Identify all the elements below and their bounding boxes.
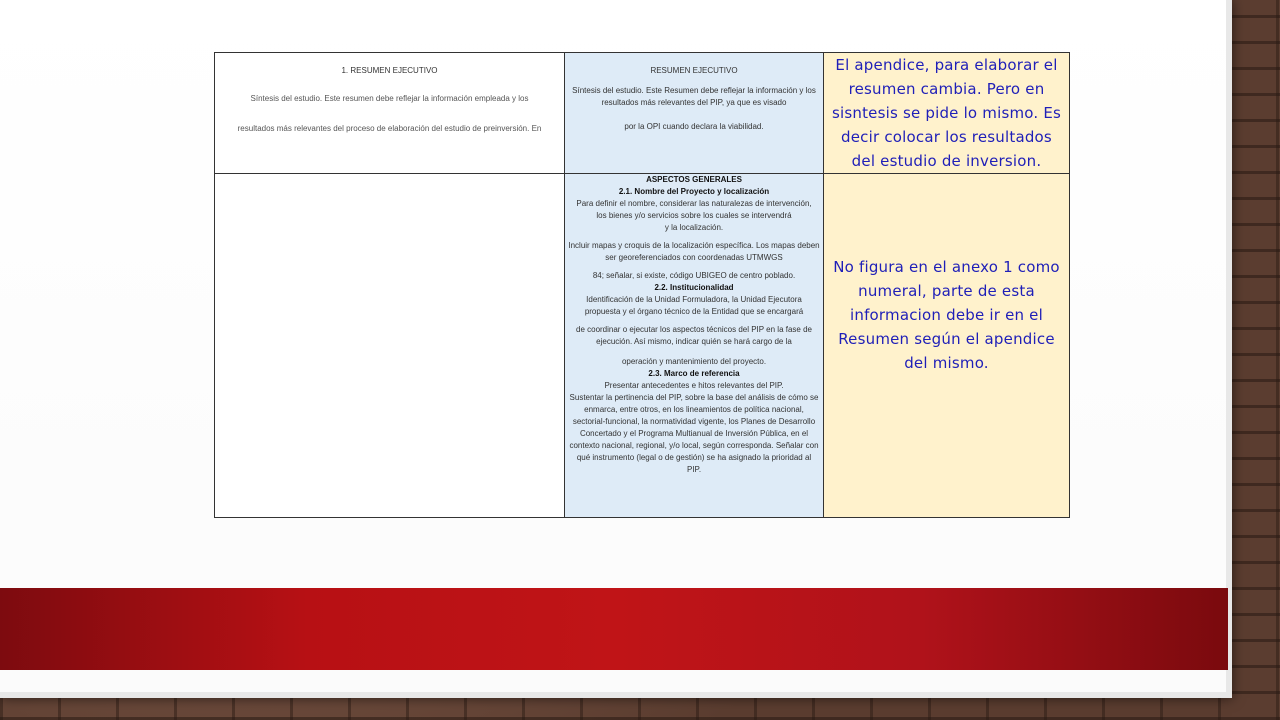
row1-note: El apendice, para elaborar el resumen ca… bbox=[831, 56, 1062, 170]
row1-col2-text1: Síntesis del estudio. Este Resumen debe … bbox=[572, 86, 816, 107]
row1-col1-text1: Síntesis del estudio. Este resumen debe … bbox=[250, 94, 529, 103]
row1-col1-heading: 1. RESUMEN EJECUTIVO bbox=[341, 66, 438, 75]
section-2-1-p4: 84; señalar, si existe, código UBIGEO de… bbox=[592, 271, 796, 280]
row2-col1-cell bbox=[214, 173, 565, 518]
comparison-table: 1. RESUMEN EJECUTIVO Síntesis del estudi… bbox=[214, 52, 1070, 518]
section-2-1-p3: Incluir mapas y croquis de la localizaci… bbox=[568, 241, 820, 262]
section-2-3-p1: Presentar antecedentes e hitos relevante… bbox=[604, 381, 784, 390]
section-2-2-p3: operación y mantenimiento del proyecto. bbox=[621, 357, 767, 366]
row2-col3-cell: No figura en el anexo 1 como numeral, pa… bbox=[823, 173, 1070, 518]
section-2-2-p2: de coordinar o ejecutar los aspectos téc… bbox=[576, 325, 812, 346]
table-row: 1. RESUMEN EJECUTIVO Síntesis del estudi… bbox=[214, 52, 1070, 174]
section-2-1-p2: y la localización. bbox=[664, 223, 724, 232]
section-2-3-p2: Sustentar la pertinencia del PIP, sobre … bbox=[569, 393, 819, 474]
section-2-2-p1: Identificación de la Unidad Formuladora,… bbox=[584, 295, 804, 316]
red-footer-band bbox=[0, 588, 1228, 670]
row1-col2-heading: RESUMEN EJECUTIVO bbox=[650, 66, 738, 75]
section-2-3-title: 2.3. Marco de referencia bbox=[648, 369, 740, 378]
row2-note: No figura en el anexo 1 como numeral, pa… bbox=[833, 257, 1060, 372]
row1-col2-cell: RESUMEN EJECUTIVO Síntesis del estudio. … bbox=[564, 52, 824, 174]
row1-col2-text2: por la OPI cuando declara la viabilidad. bbox=[624, 122, 764, 131]
row2-col2-cell: ASPECTOS GENERALES 2.1. Nombre del Proye… bbox=[564, 173, 824, 518]
section-2-1-p1: Para definir el nombre, considerar las n… bbox=[576, 199, 812, 220]
slide: 1. RESUMEN EJECUTIVO Síntesis del estudi… bbox=[0, 0, 1232, 698]
section-2-2-title: 2.2. Institucionalidad bbox=[654, 283, 734, 292]
section-2-1-title: 2.1. Nombre del Proyecto y localización bbox=[618, 187, 770, 196]
row1-col1-cell: 1. RESUMEN EJECUTIVO Síntesis del estudi… bbox=[214, 52, 565, 174]
row1-col3-cell: El apendice, para elaborar el resumen ca… bbox=[823, 52, 1070, 174]
table-row: ASPECTOS GENERALES 2.1. Nombre del Proye… bbox=[214, 173, 1070, 518]
row1-col1-text2: resultados más relevantes del proceso de… bbox=[237, 124, 542, 133]
aspectos-generales-heading: ASPECTOS GENERALES bbox=[646, 175, 742, 184]
